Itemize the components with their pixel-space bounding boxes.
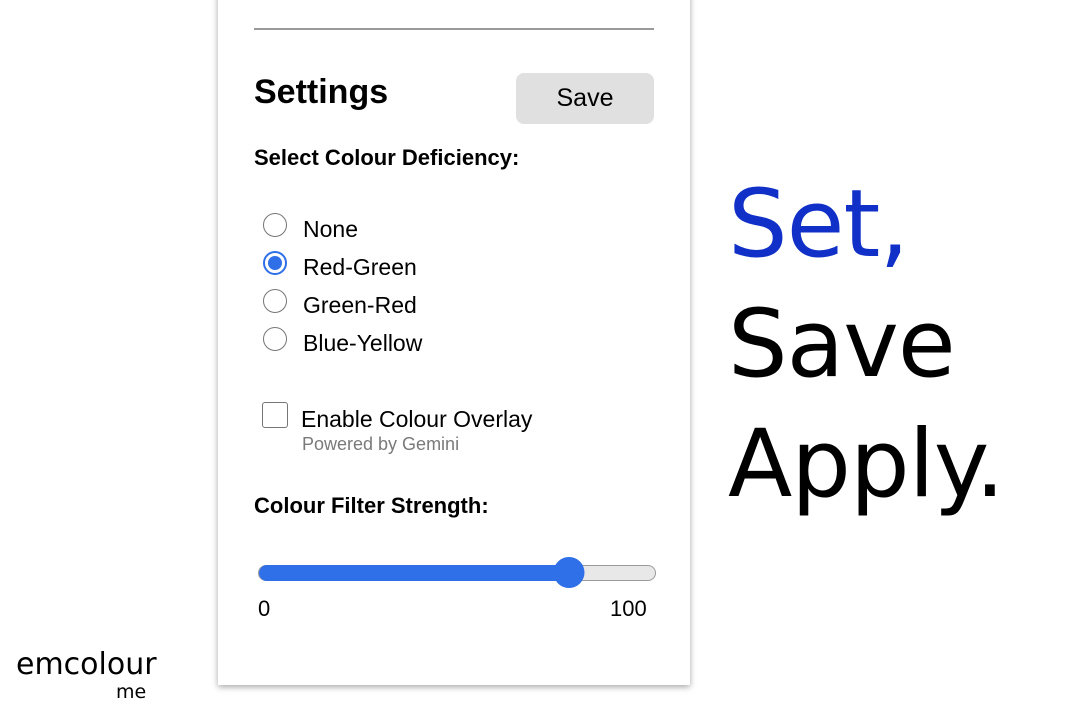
- brand-logo: emcolour me: [16, 650, 176, 710]
- settings-panel: Settings Save Select Colour Deficiency: …: [218, 0, 690, 685]
- slider-max-label: 100: [610, 596, 647, 621]
- tagline-set: Set,: [728, 170, 909, 279]
- strength-label: Colour Filter Strength:: [254, 493, 489, 518]
- slider-thumb[interactable]: [553, 557, 585, 588]
- slider-fill: [259, 564, 569, 581]
- radio-label: Red-Green: [303, 253, 417, 280]
- overlay-checkbox[interactable]: [262, 402, 288, 428]
- radio-button[interactable]: [263, 213, 287, 237]
- radio-button[interactable]: [263, 289, 287, 313]
- overlay-checkbox-label[interactable]: Enable Colour Overlay: [301, 408, 532, 431]
- slider-min-label: 0: [258, 596, 271, 621]
- deficiency-label: Select Colour Deficiency:: [254, 145, 520, 170]
- logo-wordmark: emcolour: [16, 647, 157, 682]
- radio-option-green-red[interactable]: Green-Red: [263, 287, 417, 318]
- logo-subscript: me: [116, 681, 147, 703]
- tagline-save: Save: [728, 290, 956, 399]
- strength-slider[interactable]: [258, 557, 656, 588]
- divider: [254, 28, 654, 30]
- radio-button[interactable]: [263, 327, 287, 351]
- radio-label: Green-Red: [303, 291, 417, 318]
- radio-option-blue-yellow[interactable]: Blue-Yellow: [263, 325, 423, 356]
- powered-by-note: Powered by Gemini: [302, 434, 460, 454]
- settings-title: Settings: [254, 73, 389, 111]
- save-button[interactable]: Save: [516, 73, 654, 124]
- radio-option-none[interactable]: None: [263, 211, 358, 242]
- tagline-apply: Apply.: [728, 410, 1005, 519]
- radio-label: None: [303, 215, 358, 242]
- radio-label: Blue-Yellow: [303, 329, 423, 356]
- radio-option-red-green[interactable]: Red-Green: [263, 249, 417, 280]
- radio-button[interactable]: [263, 251, 287, 275]
